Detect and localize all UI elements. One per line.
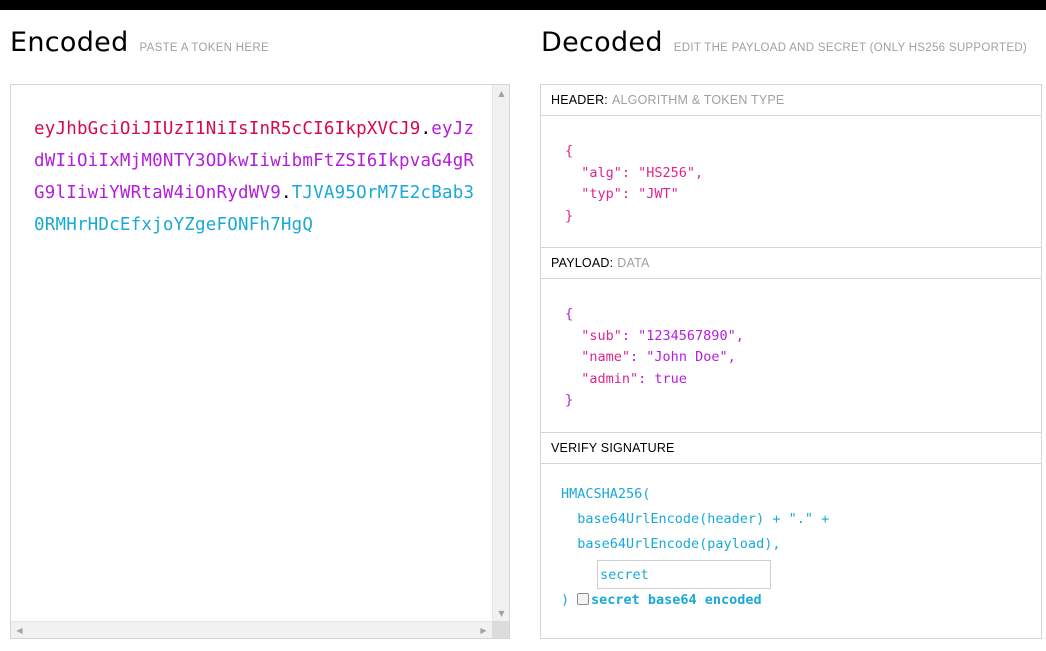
header-json-editor[interactable]: { "alg": "HS256", "typ": "JWT" }: [565, 141, 703, 227]
json-value: : true: [638, 370, 687, 387]
scroll-down-icon[interactable]: ▼: [493, 605, 510, 622]
json-key: "admin": [581, 370, 639, 387]
encoded-token-editor[interactable]: eyJhbGciOiJIUzI1NiIsInR5cCI6IkpXVCJ9.eyJ…: [10, 84, 510, 639]
header-section-sublabel: ALGORITHM & TOKEN TYPE: [611, 93, 785, 107]
header-section-heading: HEADER: ALGORITHM & TOKEN TYPE: [541, 85, 1041, 116]
json-close-brace: }: [565, 207, 574, 224]
json-value: : "1234567890",: [621, 327, 744, 344]
token-text[interactable]: eyJhbGciOiJIUzI1NiIsInR5cCI6IkpXVCJ9.eyJ…: [34, 113, 476, 241]
vertical-scrollbar[interactable]: ▲ ▼: [492, 85, 509, 622]
json-key: "typ": [581, 186, 622, 202]
json-key: "alg": [581, 164, 622, 181]
encoded-heading: Encoded PASTE A TOKEN HERE: [10, 27, 269, 59]
signature-line-hmac: HMACSHA256(: [561, 486, 651, 502]
json-close-brace: }: [565, 392, 574, 408]
json-key: "name": [581, 349, 631, 365]
scroll-right-icon[interactable]: ▶: [475, 622, 492, 639]
payload-section-sublabel: DATA: [617, 256, 650, 270]
horizontal-scrollbar[interactable]: ◀ ▶: [11, 621, 492, 638]
payload-section-label: PAYLOAD:: [551, 256, 614, 270]
token-separator: .: [280, 183, 292, 203]
encoded-subtitle: PASTE A TOKEN HERE: [139, 42, 269, 54]
scroll-up-icon[interactable]: ▲: [493, 85, 510, 102]
decoded-heading: Decoded EDIT THE PAYLOAD AND SECRET (ONL…: [541, 27, 1027, 59]
top-bar: [0, 0, 1046, 10]
signature-section-heading: VERIFY SIGNATURE: [541, 433, 1041, 464]
secret-input[interactable]: [597, 560, 771, 589]
base64-checkbox-label[interactable]: secret base64 encoded: [591, 592, 762, 608]
token-header-part: eyJhbGciOiJIUzI1NiIsInR5cCI6IkpXVCJ9: [34, 119, 421, 139]
base64-checkbox[interactable]: [577, 593, 589, 605]
json-value: : "John Doe",: [630, 349, 736, 365]
json-open-brace: {: [565, 306, 574, 322]
payload-json-editor[interactable]: { "sub": "1234567890", "name": "John Doe…: [565, 304, 744, 412]
decoded-title: Decoded: [541, 27, 663, 58]
json-value: : "HS256",: [621, 164, 704, 181]
decoded-subtitle: EDIT THE PAYLOAD AND SECRET (ONLY HS256 …: [673, 42, 1028, 54]
json-open-brace: {: [565, 143, 574, 159]
decoded-panel: HEADER: ALGORITHM & TOKEN TYPE { "alg": …: [540, 84, 1042, 639]
scrollbar-corner: [492, 621, 509, 638]
payload-section-heading: PAYLOAD: DATA: [541, 248, 1041, 279]
signature-line-payload: base64UrlEncode(payload),: [561, 536, 781, 552]
signature-close-paren: ): [561, 592, 570, 608]
scroll-left-icon[interactable]: ◀: [11, 622, 28, 639]
signature-line-header: base64UrlEncode(header) + "." +: [561, 511, 830, 527]
json-value: : "JWT": [621, 186, 679, 202]
header-section-label: HEADER:: [551, 93, 608, 107]
json-key: "sub": [581, 327, 622, 344]
token-separator: .: [420, 119, 432, 139]
signature-section-label: VERIFY SIGNATURE: [551, 441, 675, 455]
encoded-title: Encoded: [10, 27, 129, 58]
